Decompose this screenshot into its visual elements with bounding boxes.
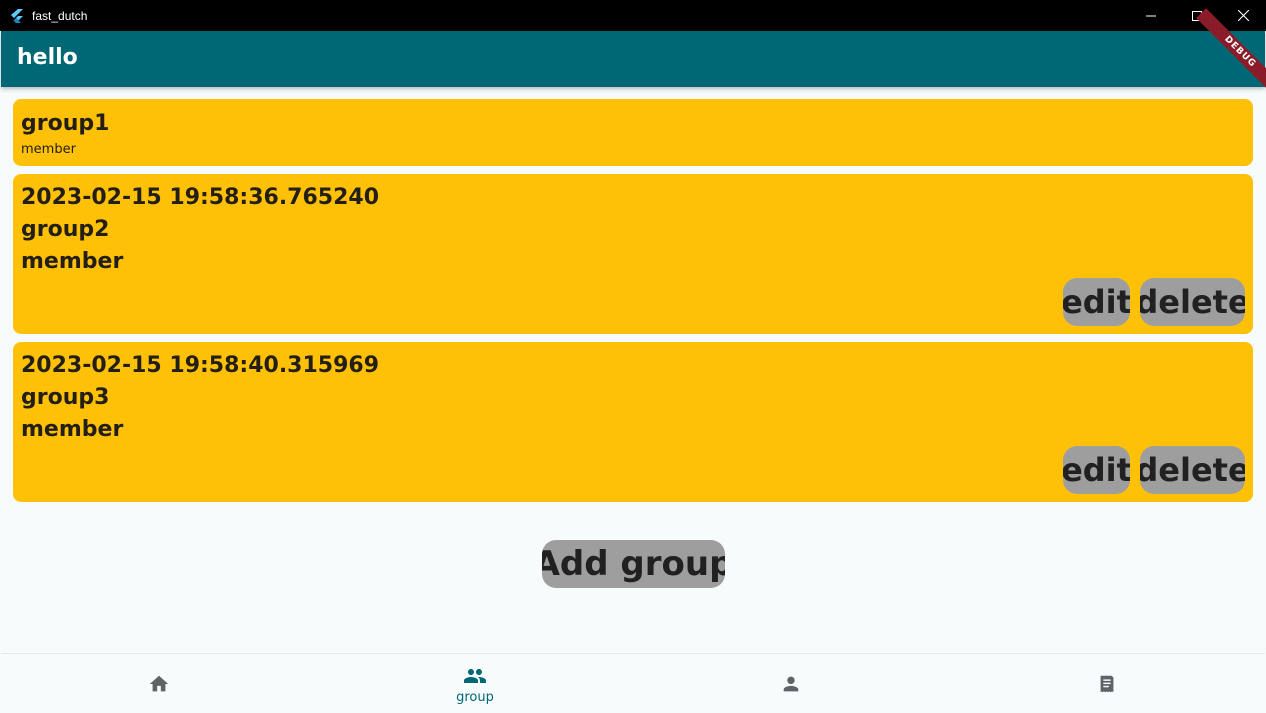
add-group-button[interactable]: Add group [542,540,725,588]
edit-button[interactable]: edit [1063,446,1130,494]
person-icon [783,676,799,692]
group-name: group3 [21,385,110,410]
group-member: member [21,417,124,442]
group-member: member [21,142,76,157]
delete-button[interactable]: delete [1140,278,1245,326]
minimize-button[interactable] [1128,0,1174,31]
group-list: group1 member 2023-02-15 19:58:36.765240… [1,87,1265,653]
flutter-logo-icon [9,8,25,24]
window-title: fast_dutch [32,8,88,23]
group-timestamp: 2023-02-15 19:58:36.765240 [21,185,380,210]
delete-button[interactable]: delete [1140,446,1245,494]
minimize-icon [1146,15,1156,16]
group-card[interactable]: 2023-02-15 19:58:36.765240 group2 member… [13,174,1253,334]
receipt-icon [1100,675,1114,693]
group-icon [464,668,486,683]
nav-item-person[interactable] [633,654,949,713]
group-member: member [21,249,124,274]
nav-item-home[interactable] [1,654,317,713]
group-name: group2 [21,217,110,242]
edit-button[interactable]: edit [1063,278,1130,326]
group-card[interactable]: 2023-02-15 19:58:40.315969 group3 member… [13,342,1253,502]
window-titlebar: fast_dutch [0,0,1266,31]
close-button[interactable] [1220,0,1266,31]
bottom-navigation-bar: group [1,653,1265,713]
app-window: fast_dutch hello DEBUG group1 member 202… [0,0,1266,713]
group-timestamp: 2023-02-15 19:58:40.315969 [21,353,380,378]
nav-label-group: group [456,689,494,705]
nav-item-group[interactable]: group [317,654,633,713]
close-icon [1237,10,1249,21]
page-title: hello [17,45,78,70]
group-card[interactable]: group1 member [13,99,1253,166]
app-bar: hello DEBUG [1,8,1266,96]
nav-item-receipt[interactable] [949,654,1265,713]
home-icon [149,675,169,692]
group-name: group1 [21,111,110,136]
